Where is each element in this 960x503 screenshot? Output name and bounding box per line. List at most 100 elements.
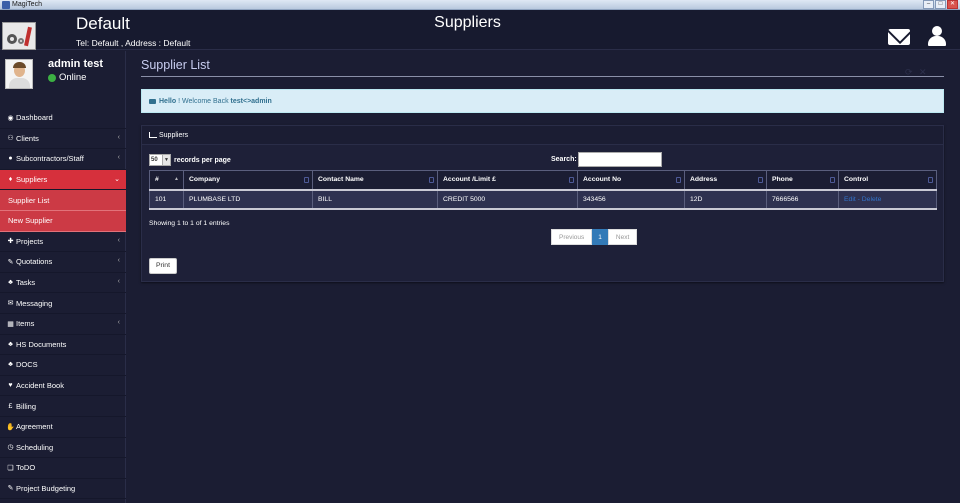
sidebar-item-label: HS Documents (16, 339, 67, 349)
sidebar-item-quotations[interactable]: ✎ Quotations ‹ (0, 252, 126, 273)
edit-link[interactable]: Edit (844, 196, 856, 203)
pagination-previous[interactable]: Previous (551, 229, 593, 245)
sidebar-item-label: Agreement (16, 422, 53, 432)
column-header-company[interactable]: Company (183, 170, 313, 191)
window-titlebar: MagiTech – □ ✕ (0, 0, 960, 10)
sidebar-item-label: Tasks (16, 278, 36, 288)
minimize-icon[interactable]: – (923, 0, 934, 9)
sidebar-item-dashboard[interactable]: ◉ Dashboard (0, 108, 126, 129)
sidebar-item-tasks[interactable]: ♣ Tasks ‹ (0, 273, 126, 294)
alert-hello: Hello (159, 97, 177, 105)
sidebar-item-billing[interactable]: £ Billing (0, 396, 126, 417)
window-title: MagiTech (12, 1, 42, 8)
sidebar-item-messaging[interactable]: ✉ Messaging (0, 293, 126, 314)
sidebar-item-agreement[interactable]: ✋ Agreement (0, 417, 126, 438)
cell-company: PLUMBASE LTD (183, 189, 313, 210)
sidebar-item-label: Dashboard (16, 113, 53, 123)
sidebar-item-label: Subcontractors/Staff (16, 154, 84, 164)
sidebar-item-label: Billing (16, 401, 37, 411)
table-header-row: # ▲ Company Contact Name Account /Limit £… (149, 170, 937, 191)
sort-icon (569, 177, 574, 183)
sort-icon (758, 177, 763, 183)
sidebar-item-label: Scheduling (16, 442, 54, 452)
user-name: admin test (48, 58, 104, 70)
sidebar-item-hs-documents[interactable]: ♣ HS Documents (0, 335, 126, 356)
dashboard-icon: ◉ (7, 114, 14, 122)
column-header-account-no[interactable]: Account No (577, 170, 685, 191)
column-header-address[interactable]: Address (684, 170, 767, 191)
sidebar-item-project-budgeting[interactable]: ✎ Project Budgeting (0, 479, 126, 500)
welcome-alert: Hello ! Welcome Back test<>admin (141, 89, 944, 113)
sidebar-item-label: Accident Book (16, 381, 64, 391)
sidebar-item-label: Clients (16, 133, 39, 143)
user-icon: ● (8, 155, 13, 163)
column-header-id[interactable]: # ▲ (149, 170, 184, 191)
sitemap-icon: ♣ (8, 279, 13, 287)
sidebar-item-docs[interactable]: ♣ DOCS (0, 355, 126, 376)
print-button[interactable]: Print (149, 258, 177, 274)
sitemap-icon: ♣ (8, 340, 13, 348)
thumbs-up-icon: ✋ (6, 423, 15, 431)
user-icon[interactable] (928, 26, 946, 46)
close-icon[interactable]: ✕ (947, 0, 958, 9)
sort-icon (304, 177, 309, 183)
table-icon: ▦ (7, 320, 14, 328)
sort-icon (830, 177, 835, 183)
sidebar-item-label: Items (16, 319, 35, 329)
todo-icon: ❏ (7, 464, 14, 472)
records-per-page-select[interactable]: 50 ▼ (149, 154, 171, 166)
online-status-icon (48, 73, 56, 82)
column-header-contact-name[interactable]: Contact Name (312, 170, 438, 191)
sidebar: admin test Online ◉ Dashboard ⚇ Clients ‹ ●… (0, 51, 126, 503)
sitemap-icon: ♣ (8, 361, 13, 369)
search-input[interactable] (577, 152, 662, 167)
chevron-down-icon: ⌄ (114, 175, 120, 183)
wrench-icon: ✎ (7, 485, 14, 493)
mail-icon[interactable] (888, 29, 910, 45)
top-header: Default Tel: Default , Address : Default… (0, 10, 960, 50)
delete-link[interactable]: Delete (862, 196, 882, 203)
sidebar-item-suppliers[interactable]: ♦ Suppliers ⌄ (0, 169, 126, 191)
chevron-left-icon: ‹ (117, 133, 120, 141)
sidebar-item-items[interactable]: ▦ Items ‹ (0, 314, 126, 335)
sidebar-item-supplier-list[interactable]: Supplier List (0, 190, 126, 211)
column-header-account-limit[interactable]: Account /Limit £ (437, 170, 578, 191)
user-status: Online (48, 72, 86, 83)
pound-icon: £ (8, 402, 13, 410)
sidebar-item-projects[interactable]: ✚ Projects ‹ (0, 232, 126, 253)
chevron-left-icon: ‹ (117, 318, 120, 326)
pagination-page-1[interactable]: 1 (592, 229, 608, 245)
suppliers-panel: Suppliers 50 ▼ records per page Search: … (141, 125, 944, 282)
chevron-down-icon: ▼ (162, 155, 170, 165)
panel-title: Suppliers (159, 131, 189, 139)
sidebar-item-label: New Supplier (8, 216, 53, 226)
envelope-icon: ✉ (7, 300, 14, 308)
sidebar-item-label: Messaging (16, 298, 53, 308)
panel-header: Suppliers (142, 126, 943, 145)
pagination-next[interactable]: Next (607, 229, 638, 245)
records-per-page: 50 ▼ records per page (149, 154, 231, 166)
panel-tools-icon: ⟳ ✕ (905, 67, 929, 77)
wrench-icon: ✎ (7, 258, 14, 266)
chevron-left-icon: ‹ (117, 154, 120, 162)
sidebar-nav: ◉ Dashboard ⚇ Clients ‹ ● Subcontractors/Sta… (0, 108, 126, 500)
sidebar-item-new-supplier[interactable]: New Supplier (0, 210, 126, 232)
cell-contact-name: BILL (312, 189, 438, 210)
column-header-phone[interactable]: Phone (766, 170, 839, 191)
pin-icon: ✚ (7, 238, 14, 246)
cell-account-no: 343456 (577, 189, 685, 210)
search-label: Search: (551, 156, 577, 163)
sidebar-item-scheduling[interactable]: ◷ Scheduling (0, 438, 126, 459)
table-row: 101 PLUMBASE LTD BILL CREDIT 5000 343456… (149, 189, 937, 210)
maximize-icon[interactable]: □ (935, 0, 946, 9)
sidebar-item-subcontractors-staff[interactable]: ● Subcontractors/Staff ‹ (0, 149, 126, 170)
column-header-control[interactable]: Control (838, 170, 937, 191)
cell-account-limit: CREDIT 5000 (437, 189, 578, 210)
suppliers-table: # ▲ Company Contact Name Account /Limit £… (149, 170, 937, 210)
suppliers-icon: ♦ (8, 176, 13, 184)
sidebar-item-accident-book[interactable]: ♥ Accident Book (0, 376, 126, 397)
cell-control: Edit - Delete (838, 189, 937, 210)
sidebar-item-todo[interactable]: ❏ ToDO (0, 458, 126, 479)
sidebar-item-clients[interactable]: ⚇ Clients ‹ (0, 129, 126, 150)
alert-welcome-text: ! Welcome Back (178, 97, 229, 105)
